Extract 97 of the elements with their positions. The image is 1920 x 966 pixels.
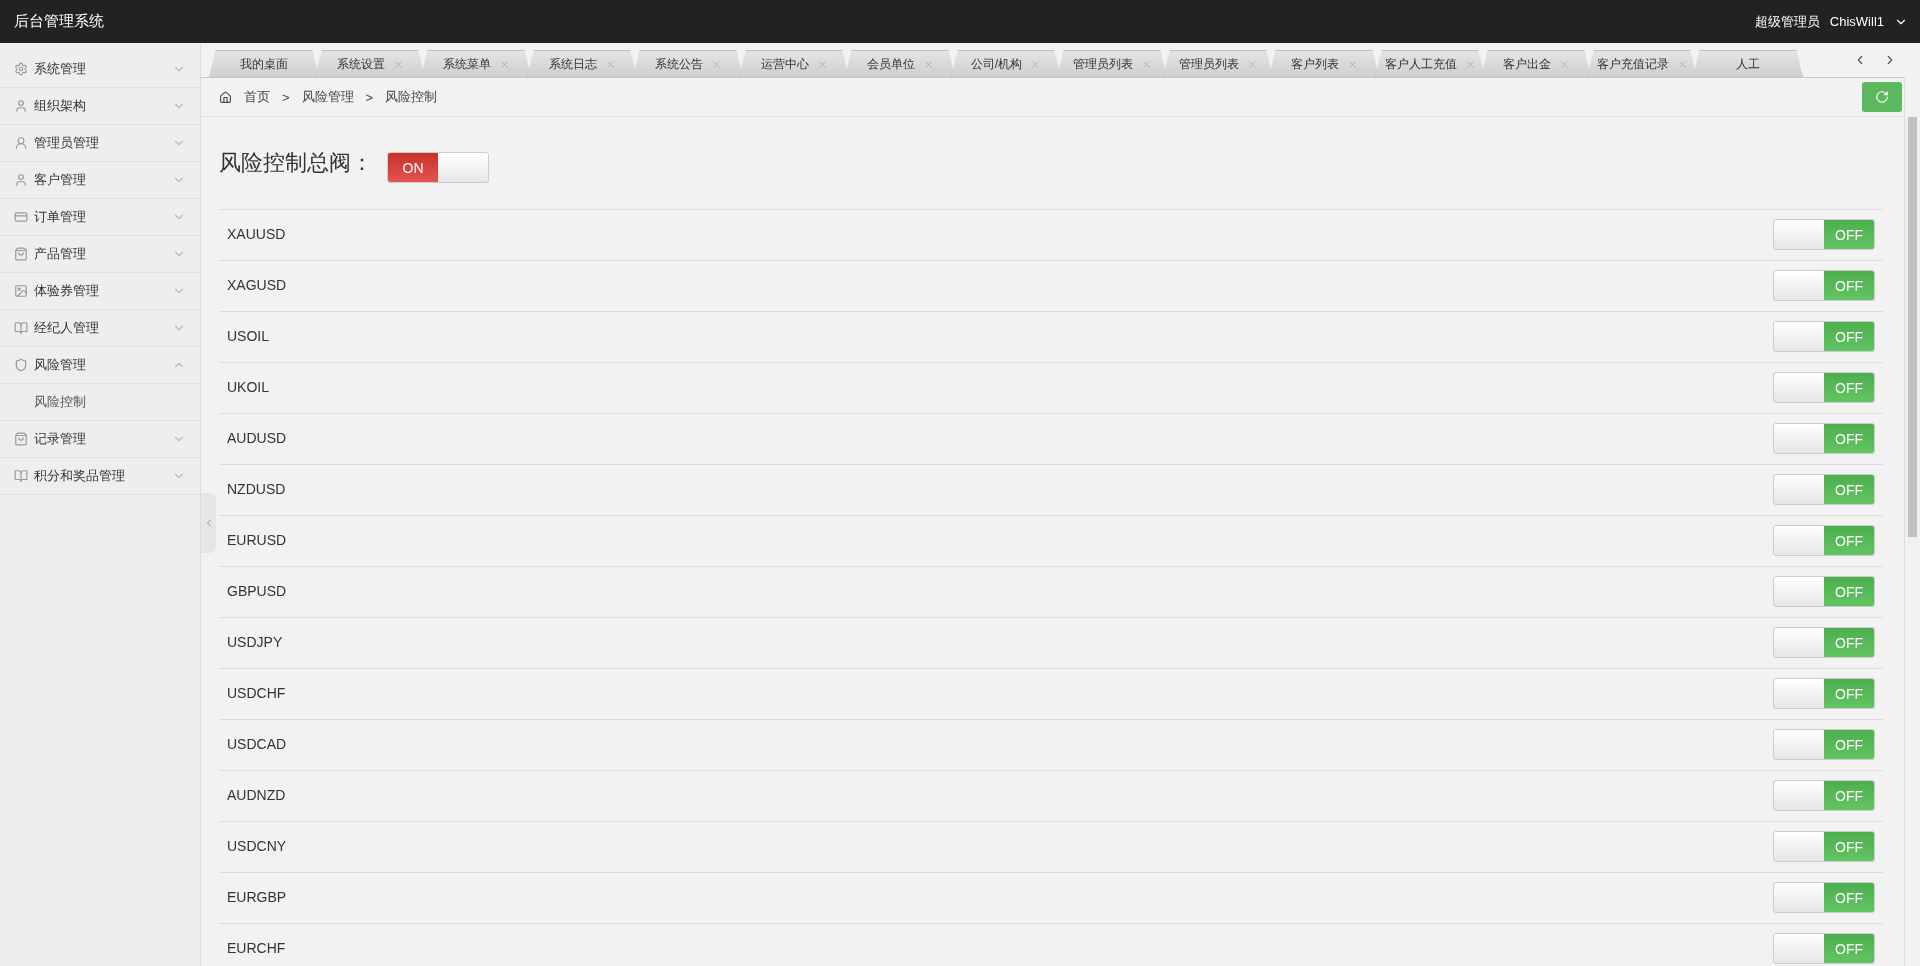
toggle-label: OFF: [1824, 424, 1874, 453]
bag-icon: [14, 432, 28, 446]
sidebar-item[interactable]: 管理员管理: [0, 125, 200, 162]
breadcrumb-link[interactable]: 首页: [244, 88, 270, 106]
bag-icon: [14, 247, 28, 261]
symbol-label: EURUSD: [227, 532, 287, 548]
user-role: 超级管理员: [1754, 12, 1820, 31]
close-icon[interactable]: [1676, 58, 1688, 70]
tab[interactable]: 系统设置: [315, 50, 425, 77]
tab[interactable]: 公司/机构: [951, 50, 1061, 77]
gear-icon: [14, 62, 28, 76]
sidebar-item[interactable]: 积分和奖品管理: [0, 458, 200, 495]
symbol-label: AUDUSD: [227, 430, 287, 446]
toggle-label: OFF: [1824, 730, 1874, 759]
tab[interactable]: 人工: [1693, 50, 1803, 77]
close-icon[interactable]: [816, 58, 828, 70]
close-icon[interactable]: [922, 58, 934, 70]
symbol-label: USDCNY: [227, 838, 287, 854]
user-icon: [14, 99, 28, 113]
tab[interactable]: 运营中心: [739, 50, 849, 77]
toggle-label: OFF: [1824, 832, 1874, 861]
tab[interactable]: 会员单位: [845, 50, 955, 77]
sidebar-item[interactable]: 产品管理: [0, 236, 200, 273]
close-icon[interactable]: [1030, 58, 1042, 70]
close-icon[interactable]: [1346, 58, 1358, 70]
sidebar-item[interactable]: 体验券管理: [0, 273, 200, 310]
sidebar-item[interactable]: 订单管理: [0, 199, 200, 236]
app-title: 后台管理系统: [14, 12, 104, 31]
toggle-label: ON: [388, 153, 438, 182]
toggle-label: OFF: [1824, 934, 1874, 963]
sidebar-item[interactable]: 经纪人管理: [0, 310, 200, 347]
toggle-label: OFF: [1824, 679, 1874, 708]
user-name[interactable]: ChisWill1: [1829, 14, 1884, 29]
breadcrumb-separator: >: [365, 89, 374, 105]
symbol-label: NZDUSD: [227, 481, 286, 497]
sidebar-item[interactable]: 系统管理: [0, 51, 200, 88]
book-icon: [14, 469, 28, 483]
toggle-label: OFF: [1824, 781, 1874, 810]
toggle-label: OFF: [1824, 373, 1874, 402]
symbol-label: GBPUSD: [227, 583, 287, 599]
toggle-label: OFF: [1824, 271, 1874, 300]
symbol-label: EURCHF: [227, 940, 286, 956]
symbol-label: XAUUSD: [227, 226, 286, 242]
sidebar-subitem[interactable]: 风险控制: [0, 384, 200, 421]
symbol-label: USDJPY: [227, 634, 283, 650]
tab[interactable]: 客户充值记录: [1587, 50, 1697, 77]
user-icon: [14, 173, 28, 187]
close-icon[interactable]: [1558, 58, 1570, 70]
breadcrumb-link[interactable]: 风险控制: [385, 88, 438, 106]
symbol-label: XAGUSD: [227, 277, 287, 293]
book-icon: [14, 321, 28, 335]
tab[interactable]: 我的桌面: [209, 50, 319, 77]
tab[interactable]: 系统日志: [527, 50, 637, 77]
refresh-button[interactable]: [1862, 82, 1902, 112]
tab[interactable]: 客户出金: [1481, 50, 1591, 77]
tab[interactable]: 管理员列表: [1163, 50, 1273, 77]
shield-icon: [14, 358, 28, 372]
tab[interactable]: 系统公告: [633, 50, 743, 77]
breadcrumb-link[interactable]: 风险管理: [301, 88, 354, 106]
tab[interactable]: 系统菜单: [421, 50, 531, 77]
scrollbar[interactable]: [1904, 77, 1920, 966]
card-icon: [14, 210, 28, 224]
toggle-label: OFF: [1824, 883, 1874, 912]
symbol-label: USDCAD: [227, 736, 287, 752]
close-icon[interactable]: [392, 58, 404, 70]
symbol-label: AUDNZD: [227, 787, 286, 803]
image-icon: [14, 284, 28, 298]
symbol-label: UKOIL: [227, 379, 269, 395]
sidebar-item[interactable]: 记录管理: [0, 421, 200, 458]
symbol-label: USDCHF: [227, 685, 286, 701]
tab[interactable]: 客户列表: [1269, 50, 1379, 77]
close-icon[interactable]: [1464, 58, 1476, 70]
sidebar-item[interactable]: 组织架构: [0, 88, 200, 125]
toggle-label: OFF: [1824, 220, 1874, 249]
toggle-switch[interactable]: ON: [387, 152, 489, 183]
user-icon: [14, 136, 28, 150]
toggle-label: OFF: [1824, 526, 1874, 555]
breadcrumb-separator: >: [282, 89, 290, 105]
toggle-label: OFF: [1824, 322, 1874, 351]
sidebar-item[interactable]: 风险管理: [0, 347, 200, 384]
refresh-icon: [1875, 90, 1889, 104]
tab[interactable]: 管理员列表: [1057, 50, 1167, 77]
toggle-label: OFF: [1824, 475, 1874, 504]
close-icon[interactable]: [498, 58, 510, 70]
home-icon: [219, 90, 232, 104]
toggle-label: OFF: [1824, 628, 1874, 657]
close-icon[interactable]: [1140, 58, 1152, 70]
collapse-handle[interactable]: [201, 493, 216, 553]
sidebar-item[interactable]: 客户管理: [0, 162, 200, 199]
tab[interactable]: 客户人工充值: [1375, 50, 1485, 77]
close-icon[interactable]: [1246, 58, 1258, 70]
close-icon[interactable]: [604, 58, 616, 70]
symbol-label: EURGBP: [227, 889, 287, 905]
master-switch-label: 风险控制总阀：: [219, 149, 373, 177]
symbol-label: USOIL: [227, 328, 269, 344]
toggle-label: OFF: [1824, 577, 1874, 606]
close-icon[interactable]: [710, 58, 722, 70]
